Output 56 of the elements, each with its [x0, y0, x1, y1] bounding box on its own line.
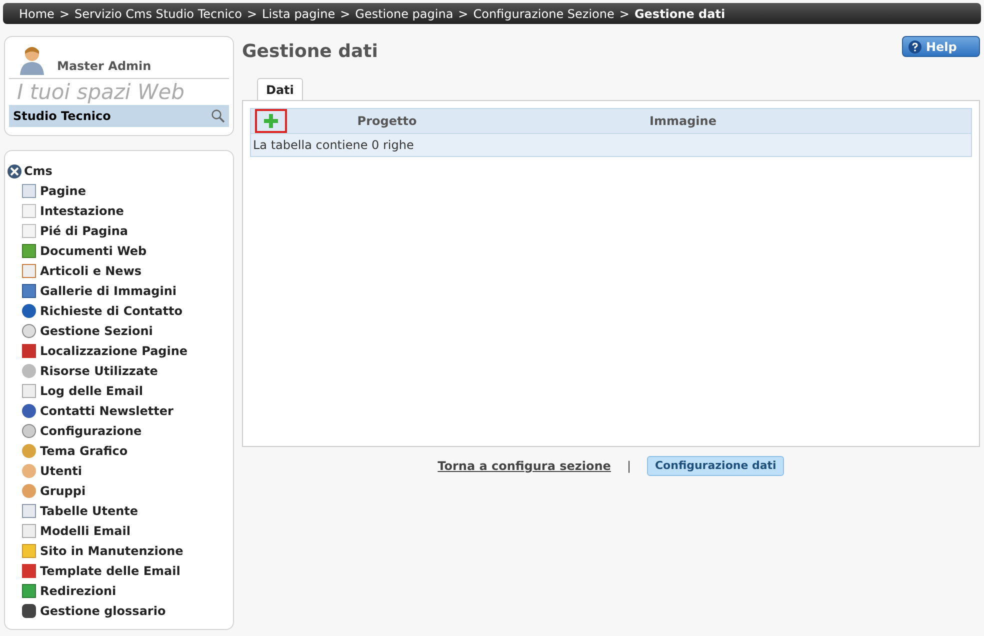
menu-item[interactable]: Tabelle Utente [40, 502, 138, 520]
breadcrumb-link[interactable]: Lista pagine [262, 4, 336, 22]
menu-item[interactable]: Risorse Utilizzate [40, 362, 158, 380]
breadcrumb-link[interactable]: Servizio Cms Studio Tecnico [74, 4, 242, 22]
menu-item[interactable]: Sito in Manutenzione [40, 542, 184, 560]
menu-item[interactable]: Template delle Email [40, 562, 180, 580]
menu-item[interactable]: Tema Grafico [40, 442, 128, 460]
tagline: I tuoi spazi Web [16, 79, 186, 105]
separator: | [626, 458, 631, 475]
menu-item[interactable]: Redirezioni [40, 582, 116, 600]
breadcrumb-link[interactable]: Home [19, 4, 54, 22]
page-icon [22, 224, 36, 238]
menu-item[interactable]: Intestazione [40, 202, 124, 220]
menu-item[interactable]: Utenti [40, 462, 82, 480]
row-count-text: La tabella contiene 0 righe [253, 137, 414, 154]
config-data-button[interactable]: Configurazione dati [646, 456, 784, 476]
menu-item[interactable]: Pié di Pagina [40, 222, 128, 240]
page-title: Gestione dati [242, 40, 378, 64]
breadcrumb-separator: > [458, 6, 468, 22]
menu-item[interactable]: Configurazione [40, 422, 142, 440]
back-link[interactable]: Torna a configura sezione [438, 457, 611, 475]
plus-icon [263, 113, 279, 129]
menu-item[interactable]: Localizzazione Pagine [40, 342, 188, 360]
column-header: Immagine [648, 113, 718, 130]
breadcrumb-separator: > [59, 6, 70, 22]
breadcrumb-link[interactable]: Gestione dati [634, 4, 726, 22]
menu-item[interactable]: Gestione Sezioni [40, 322, 153, 340]
menu-item[interactable]: Contatti Newsletter [40, 402, 174, 420]
menu-item[interactable]: Log delle Email [40, 382, 143, 400]
menu-item[interactable]: Articoli e News [40, 262, 142, 280]
menu-item[interactable]: Pagine [40, 182, 86, 200]
menu-item[interactable]: Gruppi [40, 482, 86, 500]
breadcrumb-separator: > [246, 6, 258, 22]
breadcrumb-link[interactable]: Gestione pagina [355, 4, 454, 22]
add-button[interactable] [255, 109, 287, 133]
search-icon[interactable] [211, 109, 225, 123]
help-button[interactable]: Help [902, 36, 980, 57]
page-icon [22, 184, 36, 198]
menu-item[interactable]: Documenti Web [40, 242, 147, 260]
column-header: Progetto [356, 113, 418, 130]
breadcrumb-separator: > [340, 6, 350, 22]
breadcrumb-link[interactable]: Configurazione Sezione [473, 4, 614, 22]
help-icon [908, 40, 922, 54]
site-search-bar[interactable]: Studio Tecnico [9, 105, 229, 127]
breadcrumb-separator: > [619, 6, 630, 22]
page-icon [22, 384, 36, 398]
page-icon [22, 204, 36, 218]
tools-icon [7, 164, 22, 178]
menu-item[interactable]: Richieste di Contatto [40, 302, 182, 320]
menu-item[interactable]: Gallerie di Immagini [40, 282, 176, 300]
menu-item[interactable]: Modelli Email [40, 522, 130, 540]
user-name: Master Admin [57, 58, 152, 75]
menu-title: Cms [24, 163, 52, 180]
tab[interactable]: Dati [257, 78, 303, 101]
page-icon [22, 524, 36, 538]
menu-item[interactable]: Gestione glossario [40, 602, 166, 620]
